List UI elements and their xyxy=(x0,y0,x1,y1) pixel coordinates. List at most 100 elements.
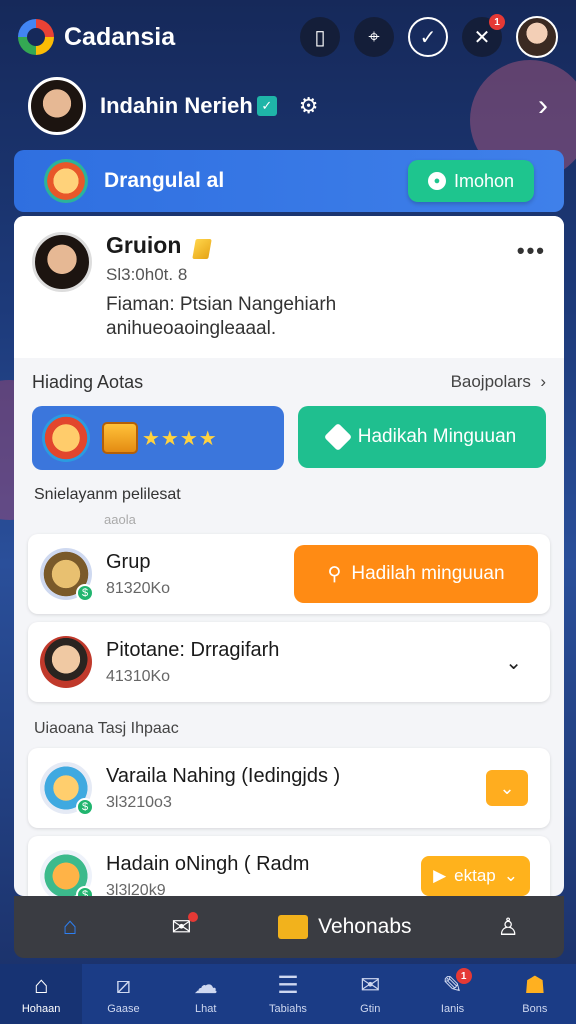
nav-item-tables[interactable]: ☰ Tabiahs xyxy=(247,964,329,1024)
close-icon[interactable]: › xyxy=(538,89,548,123)
chat-icon: ☁ xyxy=(193,972,218,999)
list-item-text: Varaila Nahing (Iedingjds ) 3l3210o3 xyxy=(106,765,340,812)
chevron-down-icon[interactable]: ⌄ xyxy=(505,650,522,675)
nav-label: Gtin xyxy=(360,1003,381,1015)
profile-avatar[interactable] xyxy=(516,16,558,58)
list-item-sub: 81320Ko xyxy=(106,579,171,597)
post-card: Gruion Sl3:0h0t. 8 Fiaman: Ptsian Nangeh… xyxy=(14,216,564,358)
reward-card-blue[interactable]: ★★★★ xyxy=(32,406,284,470)
more-options-icon[interactable]: ••• xyxy=(517,238,546,264)
coin-badge-icon: $ xyxy=(76,584,94,602)
scan-glyph: ⌖ xyxy=(368,25,380,48)
gift-icon: $ xyxy=(40,850,94,896)
claim-button-label: Hadilah minguuan xyxy=(351,563,505,584)
banner-title: Drangulal al xyxy=(104,169,225,192)
tag-icon xyxy=(323,422,352,452)
nav-item-home[interactable]: ⌂ Hohaan xyxy=(0,964,83,1024)
stars-icon: ★★★★ xyxy=(142,427,218,450)
top-bar: Cadansia ▯ ⌖ ✓ ✕ 1 xyxy=(0,0,576,74)
user-name: Indahin Nerieh xyxy=(100,93,253,118)
banner-button-label: Imohon xyxy=(453,170,514,191)
nav-item-bonus[interactable]: ☗ Bons xyxy=(494,964,576,1024)
play-icon: ▶ xyxy=(433,866,447,885)
check-circle-icon[interactable]: ✓ xyxy=(408,17,448,57)
mascot-icon: $ xyxy=(40,762,94,816)
profile-button[interactable]: ♙ xyxy=(493,914,523,941)
post-text-line-1: Fiaman: Ptsian Nangehiarh xyxy=(106,294,337,315)
list-item[interactable]: Pitotane: Drragifarh 41310Ko ⌄ xyxy=(28,622,550,702)
post-header: Gruion Sl3:0h0t. 8 Fiaman: Ptsian Nangeh… xyxy=(32,232,546,341)
scan-icon[interactable]: ⌖ xyxy=(354,17,394,57)
list-item[interactable]: $ Hadain oNingh ( Radm 3l3l20k9 ▶ ektap … xyxy=(28,836,550,896)
gold-badge-icon xyxy=(192,238,212,259)
home-icon: ⌂ xyxy=(62,913,78,940)
inbox-icon: ✉ xyxy=(166,912,199,941)
reward-button-green[interactable]: Hadikah Minguuan xyxy=(298,406,546,468)
bottom-nav: ⌂ Hohaan ⧄ Gaase ☁ Lhat ☰ Tabiahs ✉ Gtin… xyxy=(0,964,576,1024)
nav-label: Lhat xyxy=(194,1003,217,1015)
coin-badge-icon: $ xyxy=(76,798,94,816)
nav-item-mail[interactable]: ✉ Gtin xyxy=(329,964,411,1024)
list-item[interactable]: $ Grup 81320Ko ⚲ Hadilah minguuan xyxy=(28,534,550,614)
play-icon: ● xyxy=(427,172,446,190)
mascot-icon xyxy=(42,414,90,462)
list-item-text: Pitotane: Drragifarh 41310Ko xyxy=(106,639,279,686)
action-bar: ⌂ ✉ Vehonabs ♙ xyxy=(14,896,564,958)
x-glyph: ✕ xyxy=(473,26,491,49)
section-title: Uiaoana Tasj Ihpaac xyxy=(34,720,179,737)
tablet-glyph: ▯ xyxy=(314,26,326,49)
envelope-icon xyxy=(278,915,309,939)
app-name: Cadansia xyxy=(64,22,176,51)
main-panel: Gruion Sl3:0h0t. 8 Fiaman: Ptsian Nangeh… xyxy=(14,216,564,896)
vouchers-label: Vehonabs xyxy=(318,915,412,938)
coin-badge-icon: $ xyxy=(76,886,94,896)
verified-icon: ✓ xyxy=(256,96,277,116)
list-item-text: Grup 81320Ko xyxy=(106,551,170,598)
nav-label: Hohaan xyxy=(21,1003,61,1015)
list-item-sub: 41310Ko xyxy=(106,667,171,685)
user-avatar xyxy=(40,636,92,688)
bonus-icon: ☗ xyxy=(524,972,546,999)
user-header: Indahin Nerieh ✓ ⚙ › xyxy=(0,74,576,138)
inbox-button[interactable]: ✉ xyxy=(166,912,199,941)
x-logo-icon[interactable]: ✕ 1 xyxy=(462,14,505,57)
group-icon: $ xyxy=(40,548,94,602)
nav-item-tasks[interactable]: ✎ 1 Ianis xyxy=(411,964,493,1024)
post-author: Gruion xyxy=(106,232,182,258)
claim-button[interactable]: ⚲ Hadilah minguuan xyxy=(294,545,538,603)
home-icon: ⌂ xyxy=(33,972,49,999)
nav-label: Gaase xyxy=(107,1003,140,1015)
tablet-icon[interactable]: ▯ xyxy=(300,17,340,57)
action-pill-button[interactable]: ▶ ektap ⌄ xyxy=(421,856,530,896)
post-body: Gruion Sl3:0h0t. 8 Fiaman: Ptsian Nangeh… xyxy=(106,232,336,341)
gear-icon[interactable]: ⚙ xyxy=(299,93,319,119)
list-item-text: Hadain oNingh ( Radm 3l3l20k9 xyxy=(106,853,309,897)
list-item-sub: 3l3210o3 xyxy=(106,793,172,811)
rewards-row: ★★★★ Hadikah Minguuan xyxy=(14,406,564,470)
notification-badge: 1 xyxy=(455,968,472,984)
expand-button[interactable]: ⌄ xyxy=(486,770,528,806)
app-logo-icon xyxy=(18,19,54,55)
list-item-title: Hadain oNingh ( Radm xyxy=(106,852,310,875)
reward-button-label: Hadikah Minguuan xyxy=(357,426,517,447)
user-avatar[interactable] xyxy=(28,77,86,135)
check-glyph: ✓ xyxy=(419,26,437,49)
mail-icon: ✉ xyxy=(360,972,381,999)
nav-item-chat[interactable]: ☁ Lhat xyxy=(165,964,247,1024)
top-icons: ▯ ⌖ ✓ ✕ 1 xyxy=(300,14,558,58)
list-icon: ☰ xyxy=(277,972,299,999)
nav-label: Ianis xyxy=(440,1003,465,1015)
nav-label: Bons xyxy=(522,1003,548,1015)
vouchers-button[interactable]: Vehonabs xyxy=(278,915,412,939)
promo-banner: Drangulal al ● Imohon xyxy=(14,150,564,212)
action-pill-label: ektap xyxy=(454,866,496,885)
link-icon: ⚲ xyxy=(327,563,342,585)
nav-label: Tabiahs xyxy=(269,1003,307,1015)
nav-item-games[interactable]: ⧄ Gaase xyxy=(82,964,164,1024)
list-item[interactable]: $ Varaila Nahing (Iedingjds ) 3l3210o3 ⌄ xyxy=(28,748,550,828)
section-link[interactable]: Baojpolars › xyxy=(451,372,546,392)
home-button[interactable]: ⌂ xyxy=(55,913,85,940)
mascot-icon xyxy=(44,159,88,203)
post-author-avatar[interactable] xyxy=(32,232,92,292)
banner-button[interactable]: ● Imohon xyxy=(407,160,534,202)
